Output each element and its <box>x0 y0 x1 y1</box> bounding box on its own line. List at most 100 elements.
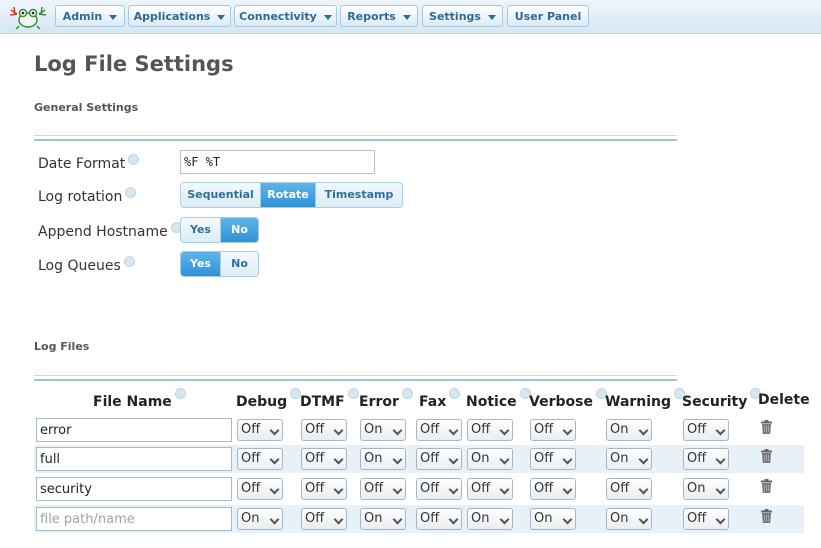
level-select-security[interactable]: Off <box>683 508 729 530</box>
level-select-dtmf[interactable]: Off <box>301 508 347 530</box>
select-value: Off <box>534 451 554 466</box>
level-select-debug[interactable]: Off <box>237 448 283 470</box>
help-icon[interactable] <box>347 388 359 399</box>
level-select-verbose[interactable]: Off <box>530 419 576 441</box>
level-select-notice[interactable]: Off <box>467 419 513 441</box>
column-header-label: Debug <box>236 394 288 410</box>
select-value: Off <box>305 481 325 496</box>
level-select-fax[interactable]: Off <box>416 508 462 530</box>
log-rotation-rotate[interactable]: Rotate <box>261 183 316 207</box>
nav-menu-label: Connectivity <box>239 10 317 23</box>
select-value: Off <box>241 422 261 437</box>
nav-menu-label: Settings <box>429 10 481 23</box>
nav-menu-applications[interactable]: Applications <box>128 5 231 27</box>
help-icon[interactable] <box>128 154 140 165</box>
column-header-label: Notice <box>466 394 517 410</box>
chevron-down-icon <box>448 425 459 436</box>
chevron-down-icon <box>715 425 726 436</box>
append-hostname-toggle: Yes No <box>180 217 259 243</box>
log-rotation-sequential[interactable]: Sequential <box>181 183 261 207</box>
level-select-debug[interactable]: Off <box>237 478 283 500</box>
level-select-warning[interactable]: On <box>606 508 652 530</box>
help-icon[interactable] <box>123 256 135 267</box>
level-select-debug[interactable]: On <box>237 508 283 530</box>
page-title: Log File Settings <box>34 52 234 76</box>
select-value: On <box>364 451 383 466</box>
date-format-input[interactable] <box>180 150 375 174</box>
level-select-debug[interactable]: Off <box>237 419 283 441</box>
help-icon[interactable] <box>401 388 413 399</box>
level-select-security[interactable]: Off <box>683 419 729 441</box>
level-select-fax[interactable]: Off <box>416 448 462 470</box>
level-select-security[interactable]: Off <box>683 448 729 470</box>
trash-icon[interactable] <box>761 449 772 463</box>
level-select-error[interactable]: Off <box>360 478 406 500</box>
log-queues-yes[interactable]: Yes <box>181 252 221 276</box>
nav-menu-user-panel[interactable]: User Panel <box>507 5 589 27</box>
file-name-input[interactable] <box>36 418 232 442</box>
log-rotation-timestamp[interactable]: Timestamp <box>316 183 402 207</box>
select-value: On <box>364 511 383 526</box>
level-select-verbose[interactable]: On <box>530 508 576 530</box>
help-icon[interactable] <box>125 187 137 198</box>
level-select-notice[interactable]: Off <box>467 478 513 500</box>
column-header-label: Error <box>359 394 399 410</box>
select-value: Off <box>420 451 440 466</box>
trash-icon[interactable] <box>761 479 772 493</box>
frog-logo-icon[interactable] <box>8 4 48 30</box>
level-select-notice[interactable]: On <box>467 508 513 530</box>
level-select-security[interactable]: On <box>683 478 729 500</box>
level-select-warning[interactable]: On <box>606 419 652 441</box>
nav-menu-connectivity[interactable]: Connectivity <box>234 5 337 27</box>
select-value: Off <box>420 511 440 526</box>
help-icon[interactable] <box>449 388 461 399</box>
level-select-error[interactable]: On <box>360 508 406 530</box>
date-format-label: Date Format <box>38 154 140 172</box>
level-select-verbose[interactable]: Off <box>530 448 576 470</box>
append-hostname-yes[interactable]: Yes <box>181 218 221 242</box>
chevron-down-icon <box>562 484 573 495</box>
append-hostname-no[interactable]: No <box>221 218 258 242</box>
column-header-label: File Name <box>93 394 172 410</box>
column-header-delete: Delete <box>758 392 810 408</box>
column-header-label: Security <box>682 394 748 410</box>
level-select-warning[interactable]: Off <box>606 478 652 500</box>
level-select-warning[interactable]: On <box>606 448 652 470</box>
column-header-verbose: Verbose <box>529 388 607 410</box>
level-select-notice[interactable]: On <box>467 448 513 470</box>
chevron-down-icon <box>109 14 118 20</box>
help-icon[interactable] <box>174 388 186 399</box>
chevron-down-icon <box>269 454 280 465</box>
column-header-fax: Fax <box>419 388 461 410</box>
column-header-label: Fax <box>419 394 447 410</box>
chevron-down-icon <box>448 514 459 525</box>
chevron-down-icon <box>499 514 510 525</box>
trash-icon[interactable] <box>761 509 772 523</box>
level-select-dtmf[interactable]: Off <box>301 448 347 470</box>
log-queues-no[interactable]: No <box>221 252 258 276</box>
nav-menu-reports[interactable]: Reports <box>340 5 418 27</box>
select-value: Off <box>471 422 491 437</box>
select-value: Off <box>420 481 440 496</box>
trash-icon[interactable] <box>761 420 772 434</box>
nav-menu-admin[interactable]: Admin <box>55 5 125 27</box>
select-value: On <box>241 511 260 526</box>
file-name-input[interactable] <box>36 447 232 471</box>
chevron-down-icon <box>392 514 403 525</box>
nav-menu-settings[interactable]: Settings <box>422 5 503 27</box>
level-select-fax[interactable]: Off <box>416 478 462 500</box>
chevron-down-icon <box>715 484 726 495</box>
level-select-dtmf[interactable]: Off <box>301 478 347 500</box>
file-name-input[interactable] <box>36 507 232 531</box>
level-select-dtmf[interactable]: Off <box>301 419 347 441</box>
chevron-down-icon <box>638 514 649 525</box>
file-name-input[interactable] <box>36 477 232 501</box>
level-select-fax[interactable]: Off <box>416 419 462 441</box>
log-rotation-label: Log rotation <box>38 187 137 205</box>
level-select-error[interactable]: On <box>360 448 406 470</box>
chevron-down-icon <box>392 425 403 436</box>
select-value: On <box>610 451 629 466</box>
select-value: On <box>364 422 383 437</box>
level-select-error[interactable]: On <box>360 419 406 441</box>
level-select-verbose[interactable]: Off <box>530 478 576 500</box>
